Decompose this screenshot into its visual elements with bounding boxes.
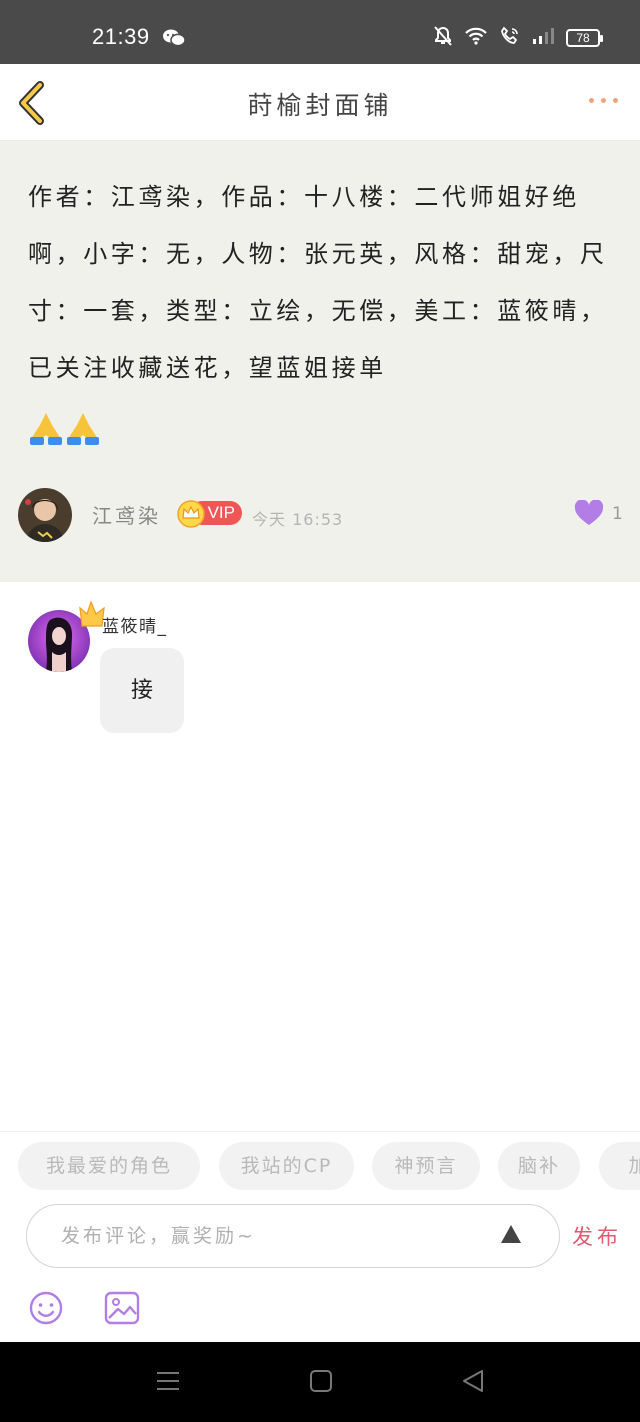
post-time: 今天 16:53 bbox=[252, 510, 344, 529]
more-dot bbox=[613, 98, 618, 103]
status-bar: 21:39 78 bbox=[0, 0, 640, 64]
page-title: 莳榆封面铺 bbox=[247, 91, 393, 120]
commenter-name[interactable]: 蓝筱晴_ bbox=[102, 612, 168, 637]
expand-triangle-icon[interactable] bbox=[499, 1223, 523, 1249]
home-square-icon[interactable] bbox=[308, 1368, 334, 1398]
emoji-icon[interactable] bbox=[28, 1290, 64, 1330]
comment-bubble[interactable]: 接 bbox=[100, 648, 184, 733]
publish-button[interactable]: 发布 bbox=[572, 1221, 622, 1251]
tag-imagination[interactable]: 脑补 bbox=[498, 1142, 580, 1190]
tag-my-cp[interactable]: 我站的CP bbox=[219, 1142, 354, 1190]
author-name[interactable]: 江鸢染 bbox=[92, 500, 161, 529]
pray-emoji bbox=[28, 409, 102, 466]
wechat-icon bbox=[163, 28, 186, 52]
post-author-row: 江鸢染 VIP 今天 16:53 1 bbox=[18, 488, 628, 542]
back-triangle-icon[interactable] bbox=[460, 1368, 486, 1398]
comment-input-box bbox=[26, 1204, 560, 1268]
vip-badge: VIP bbox=[176, 500, 242, 528]
status-time: 21:39 bbox=[92, 24, 150, 49]
post-card: 作者：江鸢染，作品：十八楼：二代师姐好绝啊，小字：无，人物：张元英，风格：甜宠，… bbox=[0, 141, 640, 582]
heart-icon[interactable] bbox=[574, 499, 604, 530]
system-nav-bar bbox=[0, 1342, 640, 1422]
quick-tags: 我最爱的角色 我站的CP 神预言 脑补 加 bbox=[0, 1131, 640, 1201]
more-dot bbox=[601, 98, 606, 103]
more-button[interactable] bbox=[589, 98, 618, 103]
more-dots-icon bbox=[589, 98, 594, 103]
menu-icon[interactable] bbox=[155, 1368, 181, 1398]
signal-icon bbox=[532, 27, 554, 49]
call-icon bbox=[500, 26, 520, 50]
crown-icon bbox=[177, 500, 205, 528]
author-avatar[interactable] bbox=[18, 488, 72, 542]
image-icon[interactable] bbox=[104, 1290, 140, 1330]
comment-input[interactable] bbox=[61, 1219, 481, 1253]
post-body: 作者：江鸢染，作品：十八楼：二代师姐好绝啊，小字：无，人物：张元英，风格：甜宠，… bbox=[28, 169, 608, 466]
folded-hands-icon bbox=[30, 413, 99, 445]
tag-favorite-role[interactable]: 我最爱的角色 bbox=[18, 1142, 200, 1190]
tag-prophecy[interactable]: 神预言 bbox=[372, 1142, 480, 1190]
post-text: 作者：江鸢染，作品：十八楼：二代师姐好绝啊，小字：无，人物：张元英，风格：甜宠，… bbox=[28, 183, 608, 382]
wifi-icon bbox=[464, 27, 488, 49]
status-icons: 78 bbox=[434, 26, 603, 50]
battery-icon: 78 bbox=[566, 29, 603, 47]
like-count: 1 bbox=[612, 504, 623, 524]
tag-more[interactable]: 加 bbox=[599, 1142, 640, 1190]
app-header: 莳榆封面铺 bbox=[0, 64, 640, 141]
mute-bell-icon bbox=[434, 26, 452, 50]
